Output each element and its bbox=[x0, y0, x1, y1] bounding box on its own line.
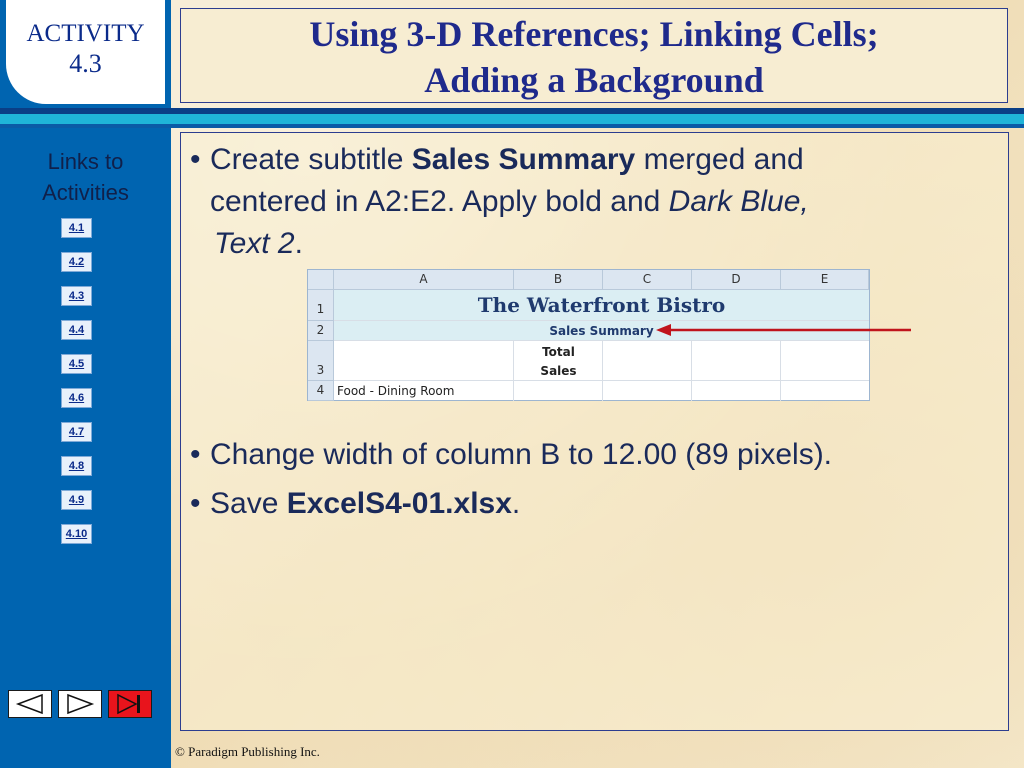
activity-link-4-2[interactable]: 4.2 bbox=[61, 252, 92, 272]
activity-label: ACTIVITY bbox=[26, 20, 145, 47]
red-arrow-icon bbox=[656, 324, 911, 336]
slide-title: Using 3-D References; Linking Cells; Add… bbox=[180, 8, 1008, 103]
previous-slide-button[interactable] bbox=[8, 690, 52, 718]
bullet-2-text: Change width of column B to 12.00 (89 pi… bbox=[210, 438, 833, 471]
cell-a1-title: The Waterfront Bistro bbox=[477, 293, 726, 317]
triangle-left-icon bbox=[15, 693, 43, 715]
end-show-icon bbox=[117, 693, 140, 715]
triangle-right-icon bbox=[67, 693, 95, 715]
copyright-footer: © Paradigm Publishing Inc. bbox=[175, 744, 320, 759]
bullet-1-period: . bbox=[294, 227, 303, 260]
activity-link-4-8[interactable]: 4.8 bbox=[61, 456, 92, 476]
column-header-a: A bbox=[334, 270, 514, 290]
bullet-1-italic-2: Text 2 bbox=[214, 227, 295, 260]
gridline bbox=[691, 341, 692, 401]
title-line-1: Using 3-D References; Linking Cells; bbox=[309, 14, 879, 54]
activity-link-4-10[interactable]: 4.10 bbox=[61, 524, 92, 544]
activity-badge: ACTIVITY 4.3 bbox=[6, 0, 165, 104]
activity-link-4-6[interactable]: 4.6 bbox=[61, 388, 92, 408]
column-header-b: B bbox=[514, 270, 603, 290]
row-header-4: 4 bbox=[308, 381, 334, 401]
activity-link-4-5[interactable]: 4.5 bbox=[61, 354, 92, 374]
bullet-1-bold: Sales Summary bbox=[411, 143, 636, 176]
bullet-1-text-3: centered in A2:E2. Apply bold and bbox=[210, 185, 669, 218]
activity-link-4-7[interactable]: 4.7 bbox=[61, 422, 92, 442]
row-header-3: 3 bbox=[308, 341, 334, 381]
activity-link-4-4[interactable]: 4.4 bbox=[61, 320, 92, 340]
activity-link-4-9[interactable]: 4.9 bbox=[61, 490, 92, 510]
row-header-1: 1 bbox=[308, 290, 334, 321]
bullet-1-italic-1: Dark Blue, bbox=[668, 185, 809, 218]
bullet-2: • Change width of column B to 12.00 (89 p… bbox=[190, 438, 833, 471]
title-line-2: Adding a Background bbox=[424, 60, 764, 100]
bullet-1-text: Create subtitle bbox=[210, 143, 412, 176]
bullet-3-period: . bbox=[511, 487, 521, 520]
select-all-corner bbox=[308, 270, 334, 290]
bullet-3-text: Save bbox=[210, 487, 287, 520]
gridline bbox=[780, 341, 781, 401]
row-header-2: 2 bbox=[308, 321, 334, 341]
column-header-d: D bbox=[692, 270, 781, 290]
bullet-1: • Create subtitle Sales Summary merged an… bbox=[190, 143, 809, 260]
activity-number: 4.3 bbox=[69, 49, 102, 78]
bullet-1-text-2: merged and bbox=[635, 143, 804, 176]
cell-b3-line-1: Total bbox=[542, 345, 575, 359]
links-title: Links to Activities bbox=[0, 146, 171, 208]
links-title-line-2: Activities bbox=[42, 180, 129, 205]
cell-b3: Total Sales bbox=[514, 343, 603, 381]
activity-link-4-1[interactable]: 4.1 bbox=[61, 218, 92, 238]
links-title-line-1: Links to bbox=[47, 149, 124, 174]
cell-b3-line-2: Sales bbox=[540, 364, 577, 378]
next-slide-button[interactable] bbox=[58, 690, 102, 718]
column-header-e: E bbox=[781, 270, 869, 290]
header-band-accent bbox=[0, 114, 1024, 124]
cell-a4: Food - Dining Room bbox=[337, 384, 455, 398]
column-header-c: C bbox=[603, 270, 692, 290]
header-band-lower bbox=[0, 124, 1024, 128]
bullet-3-filename: ExcelS4-01.xlsx bbox=[286, 487, 512, 520]
end-show-button[interactable] bbox=[108, 690, 152, 718]
activity-link-4-3[interactable]: 4.3 bbox=[61, 286, 92, 306]
bullet-3: • Save ExcelS4-01.xlsx. bbox=[190, 487, 521, 520]
